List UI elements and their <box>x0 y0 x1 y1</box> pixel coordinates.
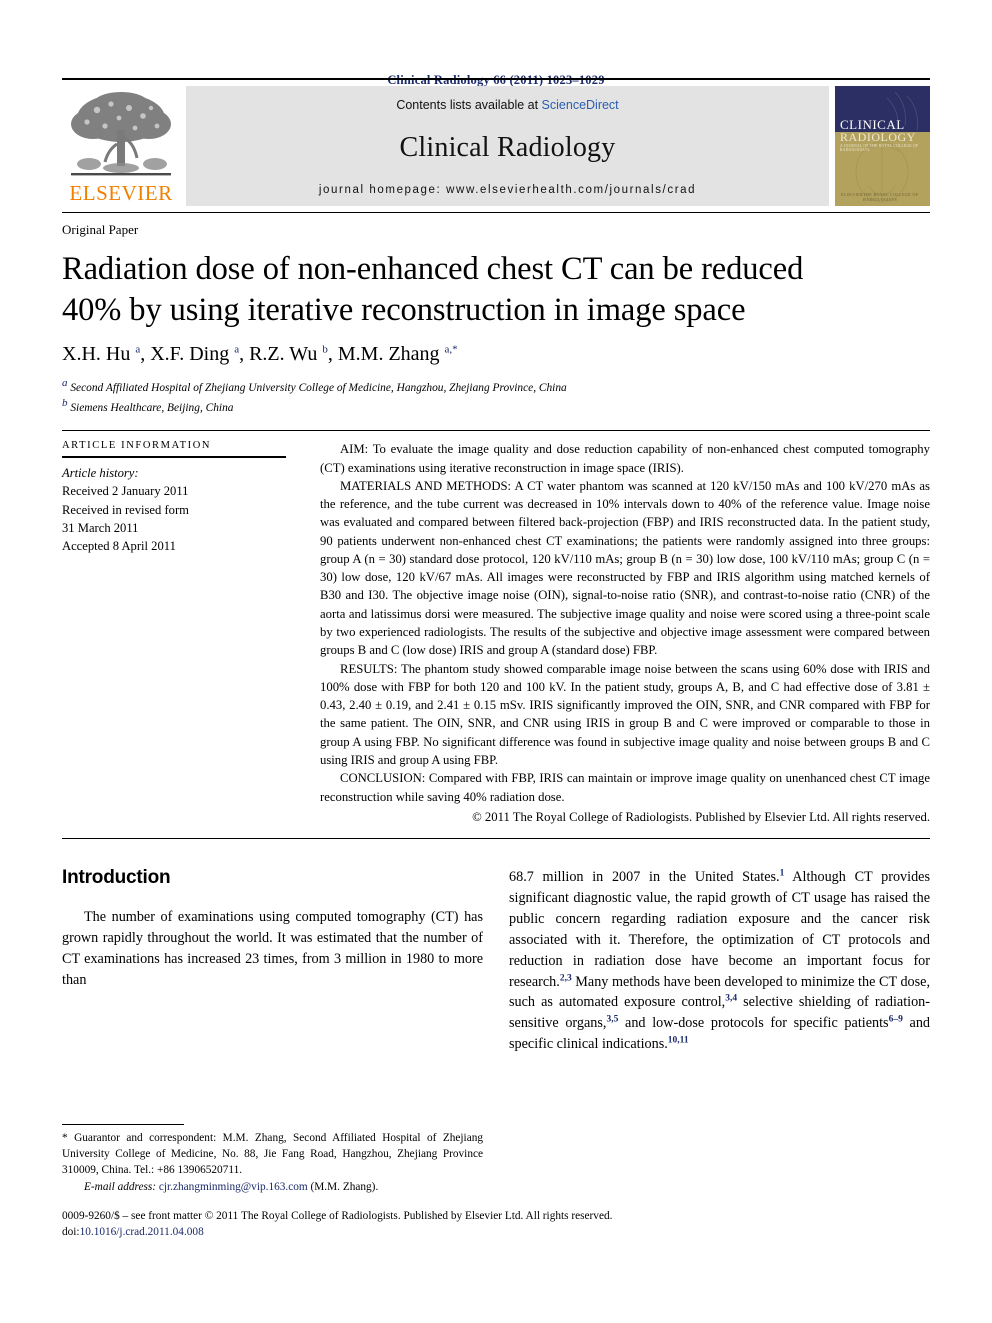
elsevier-logo: ELSEVIER <box>62 86 180 206</box>
intro-paragraph-left: The number of examinations using compute… <box>62 909 483 988</box>
cover-title: CLINICAL RADIOLOGY A JOURNAL OF THE ROYA… <box>840 118 930 152</box>
article-history-line: Accepted 8 April 2011 <box>62 539 176 554</box>
article-history-line: 31 March 2011 <box>62 520 139 535</box>
article-title-line2: 40% by using iterative reconstruction in… <box>62 291 746 328</box>
cover-footer: ELSEVIER THE ROYAL COLLEGE OF RADIOLOGIS… <box>841 192 924 202</box>
intro-text-5: and low-dose protocols for specific pati… <box>618 1015 889 1032</box>
intro-paragraph-right: 68.7 million in 2007 in the United State… <box>509 867 930 1055</box>
doi-label: doi: <box>62 1226 80 1239</box>
article-title-line1: Radiation dose of non-enhanced chest CT … <box>62 251 804 287</box>
email-link[interactable]: cjr.zhangminming@vip.163.com <box>159 1181 308 1193</box>
journal-title: Clinical Radiology <box>399 132 616 163</box>
citation-ref[interactable]: 2,3 <box>560 973 572 983</box>
body-columns: Introduction The number of examinations … <box>62 867 930 1055</box>
abstract-copyright: © 2011 The Royal College of Radiologists… <box>472 809 930 824</box>
article-information-panel: ARTICLE INFORMATION Article history: Rec… <box>62 440 304 826</box>
email-footnote: E-mail address: cjr.zhangminming@vip.163… <box>62 1179 483 1195</box>
contents-available-line: Contents lists available at ScienceDirec… <box>396 98 618 112</box>
author-affil-marker: b <box>322 343 328 356</box>
citation-ref[interactable]: 3,4 <box>725 994 737 1004</box>
article-history-label: Article history: <box>62 466 139 481</box>
article-information-rule <box>62 456 286 459</box>
article-history-line: Received in revised form <box>62 502 189 517</box>
article-type-label: Original Paper <box>62 222 139 237</box>
article-title: Radiation dose of non-enhanced chest CT … <box>62 249 930 330</box>
cover-footer-left: ELSEVIER <box>841 192 864 197</box>
sciencedirect-link[interactable]: ScienceDirect <box>542 98 619 112</box>
affiliations: a Second Affiliated Hospital of Zhejiang… <box>62 376 930 416</box>
citation-ref[interactable]: 3,5 <box>606 1015 618 1025</box>
intro-text-2: Although CT provides significant diagnos… <box>509 869 931 990</box>
doi-line: doi:10.1016/j.crad.2011.04.008 <box>62 1224 942 1240</box>
abstract-bottom-rule <box>62 838 930 840</box>
article-page: Clinical Radiology 66 (2011) 1023–1029 E… <box>0 0 992 1323</box>
journal-cover-image: CLINICAL RADIOLOGY A JOURNAL OF THE ROYA… <box>835 86 930 206</box>
author-affil-marker: a,* <box>444 343 458 356</box>
footnote-area: * Guarantor and correspondent: M.M. Zhan… <box>62 1124 483 1195</box>
elsevier-tree-icon <box>67 88 175 183</box>
cover-subtitle: A JOURNAL OF THE ROYAL COLLEGE OF RADIOL… <box>840 144 919 152</box>
intro-text-1: 68.7 million in 2007 in the United State… <box>509 869 780 886</box>
citation-ref[interactable]: 6–9 <box>889 1015 903 1025</box>
journal-banner: ELSEVIER Contents lists available at Sci… <box>62 78 930 206</box>
abstract-conclusion: CONCLUSION: Compared with FBP, IRIS can … <box>320 771 930 804</box>
page-footer: 0009-9260/$ – see front matter © 2011 Th… <box>62 1208 942 1241</box>
affiliation-a: Second Affiliated Hospital of Zhejiang U… <box>70 382 567 395</box>
citation-ref[interactable]: 10,11 <box>668 1035 689 1045</box>
author-list: X.H. Hu a, X.F. Ding a, R.Z. Wu b, M.M. … <box>62 343 458 366</box>
journal-homepage-line[interactable]: journal homepage: www.elsevierhealth.com… <box>319 184 696 196</box>
doi-link[interactable]: 10.1016/j.crad.2011.04.008 <box>80 1226 204 1238</box>
abstract-aim: AIM: To evaluate the image quality and d… <box>320 442 930 475</box>
article-information-heading: ARTICLE INFORMATION <box>62 440 212 452</box>
article-history-line: Received 2 January 2011 <box>62 484 189 499</box>
contents-prefix: Contents lists available at <box>396 98 542 112</box>
elsevier-wordmark: ELSEVIER <box>69 181 173 205</box>
footnote-rule <box>62 1124 184 1125</box>
author-affil-marker: a <box>135 343 141 356</box>
abstract-text: AIM: To evaluate the image quality and d… <box>304 440 930 826</box>
body-column-left: Introduction The number of examinations … <box>62 867 483 1055</box>
affiliation-marker-a: a <box>62 377 68 390</box>
abstract-results: RESULTS: The phantom study showed compar… <box>320 661 930 767</box>
running-head: Clinical Radiology 66 (2011) 1023–1029 <box>387 73 605 87</box>
cover-title-line2: RADIOLOGY <box>840 130 916 145</box>
email-suffix: (M.M. Zhang). <box>307 1181 379 1194</box>
abstract-materials-and-methods: MATERIALS AND METHODS: A CT water phanto… <box>320 478 930 658</box>
affiliation-b: Siemens Healthcare, Beijing, China <box>70 402 234 415</box>
cover-footer-right: THE ROYAL COLLEGE OF RADIOLOGISTS <box>863 192 919 202</box>
front-matter-line: 0009-9260/$ – see front matter © 2011 Th… <box>62 1210 613 1222</box>
body-column-right: 68.7 million in 2007 in the United State… <box>509 867 930 1055</box>
author-affil-marker: a <box>234 343 240 356</box>
email-label: E-mail address: <box>84 1181 157 1194</box>
section-heading-introduction: Introduction <box>62 867 171 889</box>
affiliation-marker-b: b <box>62 397 68 410</box>
correspondence-footnote: * Guarantor and correspondent: M.M. Zhan… <box>62 1132 483 1177</box>
abstract-block: ARTICLE INFORMATION Article history: Rec… <box>62 431 930 826</box>
journal-banner-center: Contents lists available at ScienceDirec… <box>186 86 829 206</box>
